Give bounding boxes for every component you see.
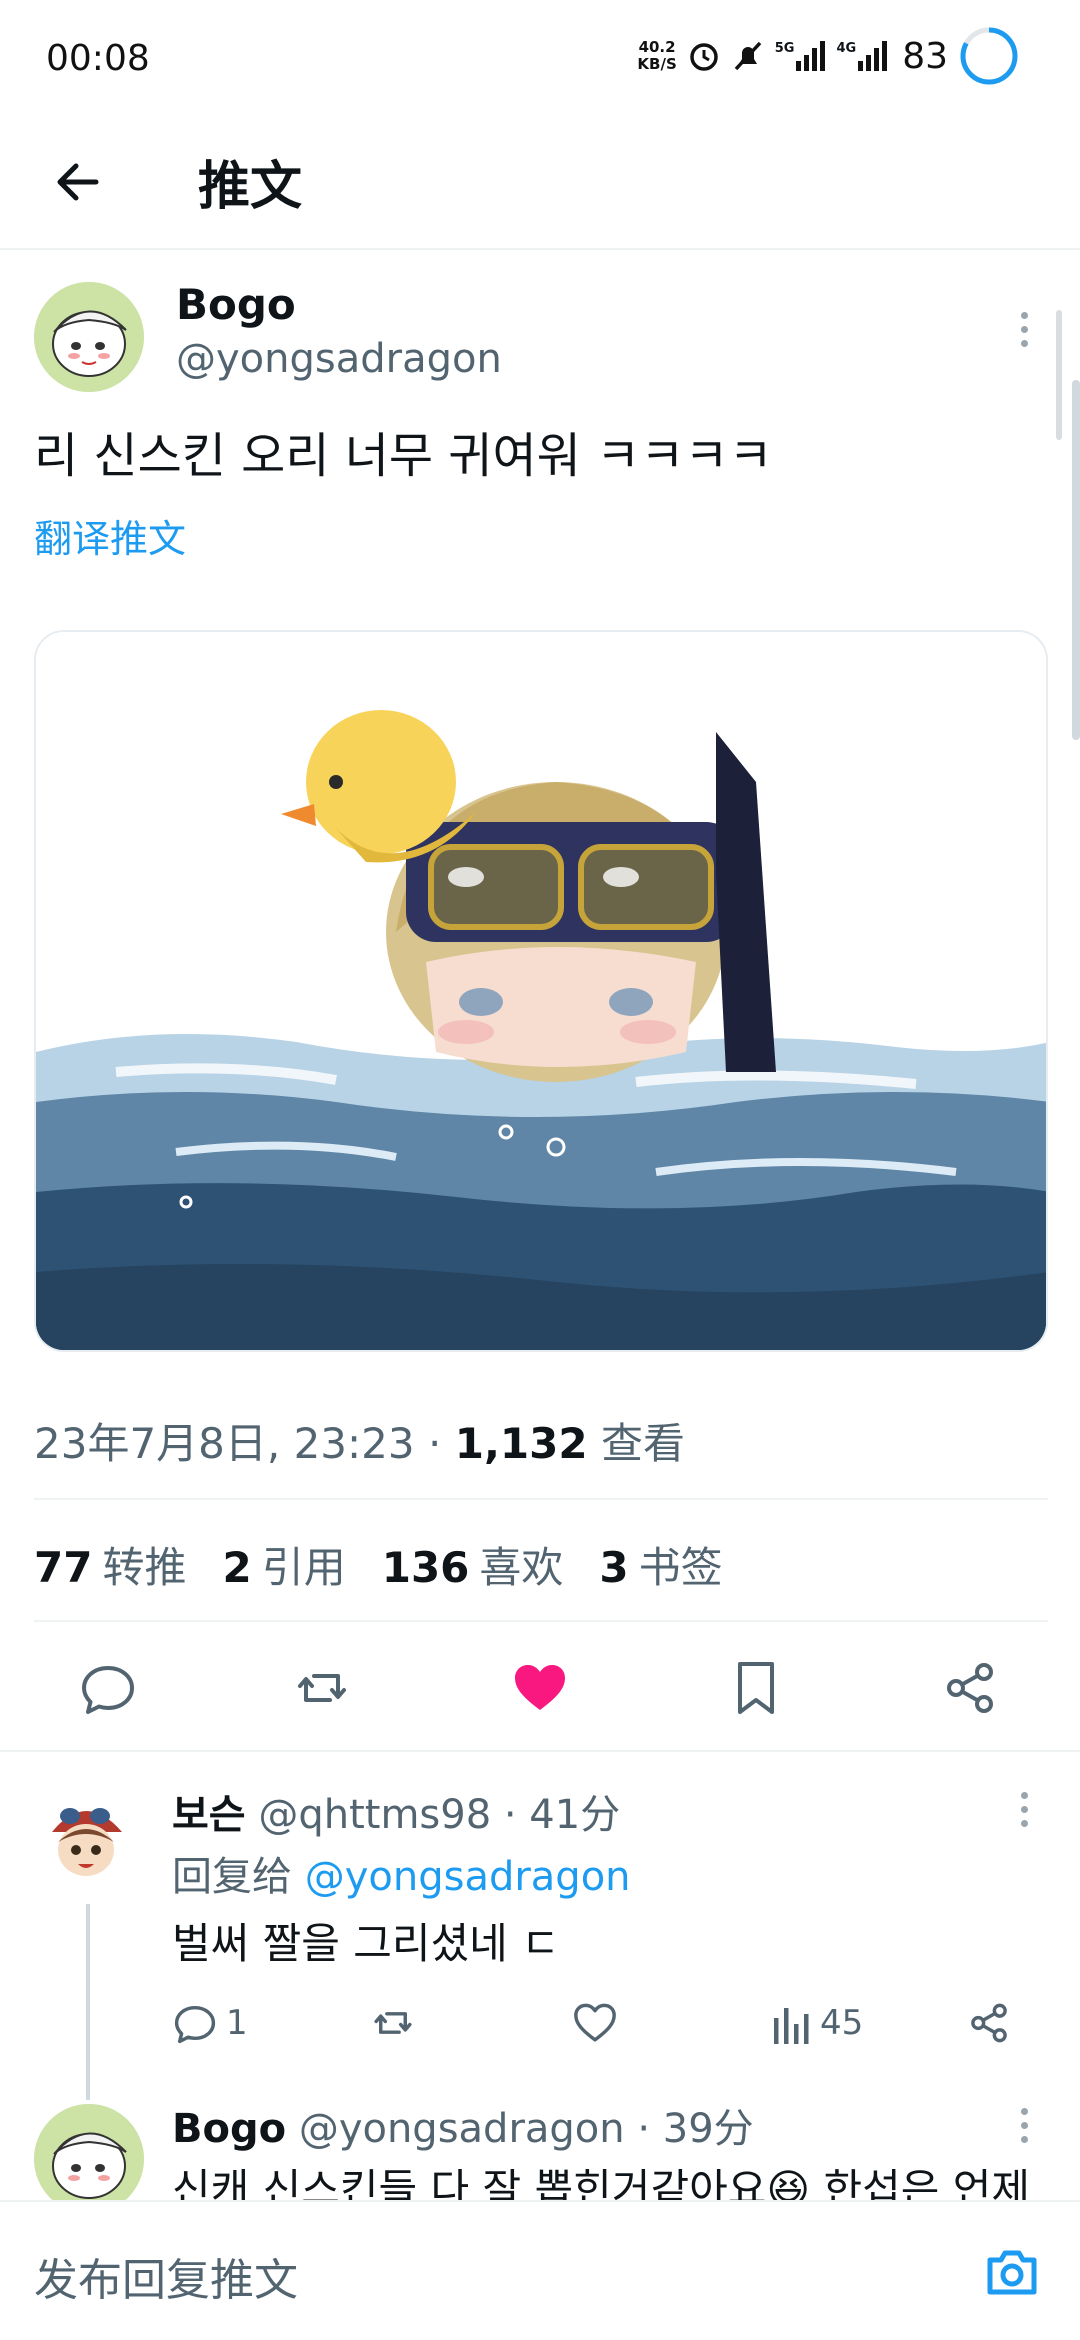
alarm-icon bbox=[690, 43, 718, 71]
tweet-meta: 23年7月8日, 23:23 · 1,132 查看 bbox=[34, 1410, 685, 1471]
retweet-icon bbox=[374, 2012, 412, 2034]
status-bar: 00:08 40.2 KB/S 5G 4G 83 bbox=[0, 0, 1080, 120]
author-name[interactable]: Bogo bbox=[176, 280, 296, 329]
avatar-image bbox=[34, 2104, 144, 2214]
battery-ring-icon bbox=[960, 27, 1018, 85]
reply-header: Bogo @yongsadragon · 39分 bbox=[172, 2096, 754, 2154]
signal-4g: 4G bbox=[836, 41, 888, 71]
reply-more-options-button[interactable] bbox=[1014, 1792, 1034, 1834]
retweets-stat[interactable]: 77 转推 bbox=[34, 1534, 186, 1595]
bookmark-button[interactable] bbox=[726, 1658, 786, 1718]
bookmark-icon bbox=[738, 1662, 774, 1714]
bookmarks-stat[interactable]: 3 书签 bbox=[599, 1534, 722, 1595]
share-icon bbox=[971, 2003, 1007, 2043]
tweet-stats: 77 转推 2 引用 136 喜欢 3 书签 bbox=[34, 1534, 723, 1595]
reply-header: 보슨 @qhttms98 · 41分 bbox=[172, 1782, 620, 1840]
more-options-button[interactable] bbox=[1014, 312, 1034, 354]
reply-views-count: 45 bbox=[820, 2003, 864, 2043]
author-avatar[interactable] bbox=[34, 282, 144, 392]
divider bbox=[0, 1750, 1080, 1752]
reply-views-button[interactable]: 45 bbox=[772, 1998, 863, 2048]
status-icons: 40.2 KB/S 5G 4G 83 bbox=[637, 26, 1020, 86]
heart-icon bbox=[574, 2003, 616, 2042]
back-button[interactable] bbox=[46, 150, 110, 214]
reply-time: · 41分 bbox=[503, 1792, 621, 1838]
scroll-indicator bbox=[1056, 310, 1062, 440]
tweet-action-bar bbox=[0, 1640, 1080, 1730]
quotes-stat[interactable]: 2 引用 bbox=[222, 1534, 345, 1595]
divider bbox=[34, 1620, 1048, 1622]
views-count: 1,132 bbox=[454, 1419, 588, 1468]
avatar-image bbox=[34, 282, 144, 392]
reply-share-button[interactable] bbox=[966, 1998, 1012, 2048]
reply-to-mention-link[interactable]: @yongsadragon bbox=[305, 1854, 631, 1900]
reply-text: 벌써 짤을 그리셨네 ㄷ bbox=[172, 1919, 560, 1968]
share-icon bbox=[947, 1663, 993, 1713]
tweet-media-image[interactable] bbox=[34, 630, 1048, 1352]
page-scrollbar[interactable] bbox=[1072, 380, 1080, 740]
tweet-text: 리 신스킨 오리 너무 귀여워 ㅋㅋㅋㅋ bbox=[34, 428, 773, 484]
mute-bell-icon bbox=[734, 41, 762, 71]
translate-tweet-link[interactable]: 翻译推文 bbox=[34, 508, 186, 563]
reply-compose-input[interactable]: 发布回复推文 bbox=[34, 2244, 298, 2308]
retweet-button[interactable] bbox=[292, 1658, 352, 1718]
page-title: 推文 bbox=[198, 157, 303, 217]
signal-bars-icon bbox=[858, 41, 888, 71]
like-button[interactable] bbox=[510, 1658, 570, 1718]
tweet-timestamp: 23年7月8日, 23:23 bbox=[34, 1419, 415, 1468]
reply-button[interactable] bbox=[78, 1658, 138, 1718]
divider bbox=[34, 1498, 1048, 1500]
reply-author-avatar[interactable] bbox=[34, 2104, 144, 2214]
reply-action-bar: 1 45 bbox=[0, 1990, 1080, 2060]
retweet-icon bbox=[298, 1674, 346, 1702]
likes-stat[interactable]: 136 喜欢 bbox=[382, 1534, 564, 1595]
reply-retweet-button[interactable] bbox=[370, 1998, 416, 2048]
reply-compose-bar: 发布回复推文 bbox=[0, 2200, 1080, 2340]
heart-filled-icon bbox=[515, 1665, 565, 1710]
camera-button[interactable] bbox=[982, 2242, 1042, 2302]
reply-more-options-button[interactable] bbox=[1014, 2108, 1034, 2150]
views-label: 查看 bbox=[600, 1419, 685, 1468]
reply-author-avatar[interactable] bbox=[34, 1786, 138, 1890]
reply-time: · 39分 bbox=[637, 2106, 754, 2152]
reply-like-button[interactable] bbox=[572, 1998, 618, 2048]
share-button[interactable] bbox=[940, 1658, 1000, 1718]
avatar-image bbox=[34, 1786, 138, 1890]
reply-reply-button[interactable]: 1 bbox=[172, 1998, 248, 2048]
reply-icon bbox=[82, 1666, 134, 1714]
reply-author-handle[interactable]: @qhttms98 bbox=[258, 1792, 491, 1838]
signal-5g: 5G bbox=[775, 41, 827, 71]
reply-reply-count: 1 bbox=[226, 2003, 248, 2043]
reply-author-handle[interactable]: @yongsadragon bbox=[299, 2106, 625, 2152]
network-speed: 40.2 KB/S bbox=[637, 38, 677, 73]
reply-to-line: 回复给 @yongsadragon bbox=[172, 1854, 631, 1900]
camera-icon bbox=[987, 2250, 1037, 2295]
signal-bars-icon bbox=[796, 41, 826, 71]
status-time: 00:08 bbox=[46, 38, 150, 79]
reply-author-name[interactable]: 보슨 bbox=[172, 1792, 246, 1838]
battery-level: 83 bbox=[902, 35, 948, 77]
author-handle[interactable]: @yongsadragon bbox=[176, 336, 502, 382]
arrow-left-icon bbox=[57, 163, 99, 201]
reply-icon bbox=[174, 2005, 216, 2044]
meta-separator: · bbox=[428, 1419, 442, 1468]
illustration-swimmer-with-duck bbox=[36, 632, 1046, 1350]
top-app-bar: 推文 bbox=[0, 120, 1080, 250]
reply-author-name[interactable]: Bogo bbox=[172, 2106, 286, 2152]
analytics-bars-icon bbox=[774, 2008, 809, 2044]
